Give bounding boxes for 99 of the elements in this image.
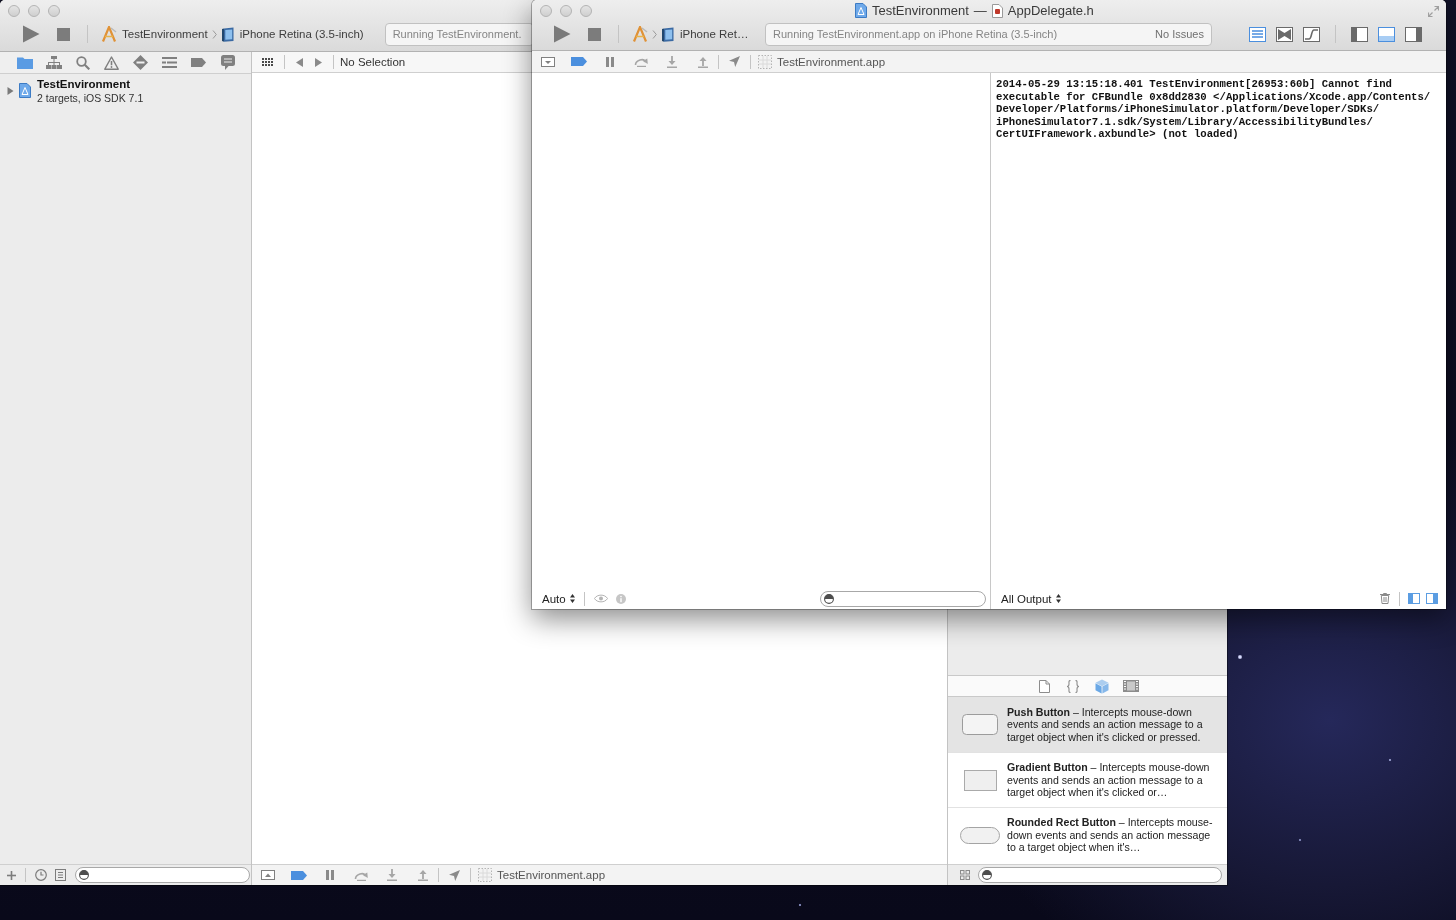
zoom-button[interactable] — [48, 5, 60, 17]
phone-icon — [661, 26, 675, 42]
disclosure-triangle[interactable] — [7, 87, 14, 95]
play-icon — [22, 25, 40, 43]
left-triangle-icon — [296, 57, 303, 67]
output-filter-popup[interactable]: All Output — [997, 589, 1065, 608]
pause-icon — [605, 56, 614, 67]
rect-icon — [963, 769, 997, 791]
status-text: Running TestEnvironment. — [392, 28, 522, 40]
warning-icon — [104, 55, 119, 70]
step-into-icon — [386, 869, 397, 881]
grid-icon — [960, 870, 970, 880]
step-into-icon — [666, 55, 677, 68]
status-text: Running TestEnvironment.app on iPhone Retina (3.5-inch) — [773, 28, 1058, 40]
film-strip-icon — [1123, 680, 1139, 692]
minimize-button[interactable] — [560, 5, 572, 17]
right-triangle-icon — [315, 57, 322, 67]
braces-icon — [1066, 679, 1080, 693]
left-panel-icon — [1351, 26, 1368, 42]
pause-icon — [325, 870, 334, 880]
breakpoint-tag-icon — [290, 870, 307, 880]
speech-bubble-icon — [220, 55, 235, 70]
issues-text: No Issues — [1155, 28, 1204, 40]
bottom-panel-icon — [1378, 26, 1395, 42]
library-item[interactable]: Push Button – Intercepts mouse-down events and sends an action message to a target object when it's clicked or pressed. — [948, 697, 1227, 752]
text-lines-icon — [1249, 26, 1266, 42]
file-name: AppDelegate.h — [1007, 3, 1094, 18]
folder-icon — [16, 56, 33, 69]
zoom-button[interactable] — [580, 5, 592, 17]
jump-bar-path: No Selection — [340, 56, 406, 68]
step-out-icon — [697, 55, 708, 68]
project-detail: 2 targets, iOS SDK 7.1 — [37, 91, 144, 105]
a-frame-icon — [101, 26, 117, 42]
trash-icon — [1380, 593, 1390, 604]
filter-field[interactable] — [978, 867, 1222, 883]
process-name[interactable]: TestEnvironment.app — [497, 869, 606, 881]
left-pane-icon — [1408, 593, 1420, 604]
document-lines-icon — [55, 869, 66, 881]
blueprint-icon — [19, 83, 31, 98]
stop-icon — [56, 27, 70, 41]
diamond-minus-icon — [133, 55, 148, 70]
document-icon — [1038, 679, 1050, 693]
right-panel-icon — [1405, 26, 1422, 42]
clock-icon — [35, 869, 47, 881]
updown-arrows-icon — [1055, 594, 1061, 603]
blueprint-icon — [855, 3, 867, 18]
item-description: Rounded Rect Button – Intercepts mouse-down events and sends an action message to a target object when it's… — [1007, 816, 1214, 854]
step-out-icon — [417, 869, 428, 881]
breakpoint-tag-icon — [570, 57, 587, 66]
step-over-icon — [633, 56, 648, 67]
search-field[interactable] — [820, 590, 986, 607]
window-title: TestEnvironment — [872, 3, 969, 18]
right-pane-icon — [1426, 593, 1438, 604]
pill-icon — [960, 826, 1000, 844]
scope-popup[interactable]: Auto — [538, 589, 579, 608]
close-button[interactable] — [8, 5, 20, 17]
search-icon — [75, 55, 90, 70]
chevron-icon — [211, 29, 217, 39]
grid-icon — [262, 58, 273, 66]
play-icon — [553, 25, 571, 43]
document-icon — [991, 3, 1003, 18]
destination-button[interactable]: iPhone Ret… — [658, 23, 752, 45]
location-arrow-icon — [449, 869, 460, 881]
a-frame-icon — [632, 26, 648, 42]
plus-icon — [7, 870, 16, 880]
scheme-button[interactable]: TestEnvironment — [98, 23, 211, 45]
chevron-icon — [652, 29, 657, 39]
item-description: Push Button – Intercepts mouse-down events and sends an action message to a target object when it's clicked or pressed. — [1007, 705, 1204, 744]
process-name[interactable]: TestEnvironment.app — [777, 55, 886, 68]
item-description: Gradient Button – Intercepts mouse-down events and sends an action message to a target object when it's clicked or… — [1007, 761, 1211, 799]
expand-arrows-icon — [1428, 6, 1439, 17]
bowtie-icon — [1276, 26, 1293, 42]
half-circle-icon — [824, 593, 834, 604]
fullscreen-button[interactable] — [1427, 5, 1440, 18]
half-circle-icon — [79, 870, 89, 880]
half-circle-icon — [982, 870, 992, 880]
project-name[interactable]: TestEnvironment — [37, 78, 144, 91]
eye-icon — [593, 594, 608, 603]
dotted-square-icon — [478, 868, 492, 882]
library-item[interactable]: Rounded Rect Button – Intercepts mouse-down events and sends an action message to a target object when it's… — [948, 807, 1227, 862]
filter-field[interactable] — [75, 867, 250, 883]
library-item[interactable]: Gradient Button – Intercepts mouse-down events and sends an action message to a target object when it's clicked or… — [948, 752, 1227, 807]
updown-arrows-icon — [569, 594, 575, 603]
info-icon — [615, 593, 626, 604]
title-separator: — — [973, 3, 987, 18]
dotted-square-icon — [758, 54, 772, 69]
hierarchy-icon — [45, 56, 62, 69]
console-output: 2014-05-29 13:15:18.401 TestEnvironment[26953:60b] Cannot find executable for CFBundle 0x8dd2830 </Applications/Xcode.app/Contents/Developer/Platforms/iPhoneSimulator.platform/Developer/SDKs/iPhoneSimulator7.1.sdk/System/Library/AccessibilityBundles/CertUIFramework.axbundle> (not loaded) — [995, 77, 1432, 141]
destination-button[interactable]: iPhone Retina (3.5-inch) — [217, 23, 367, 45]
phone-icon — [220, 26, 235, 42]
rounded-rect-icon — [962, 714, 998, 735]
stop-icon — [587, 27, 601, 41]
cube-icon — [1095, 678, 1109, 694]
version-icon — [1303, 26, 1320, 42]
close-button[interactable] — [540, 5, 552, 17]
tag-icon — [191, 58, 206, 67]
location-arrow-icon — [729, 56, 740, 67]
list-icon — [162, 57, 177, 68]
minimize-button[interactable] — [28, 5, 40, 17]
